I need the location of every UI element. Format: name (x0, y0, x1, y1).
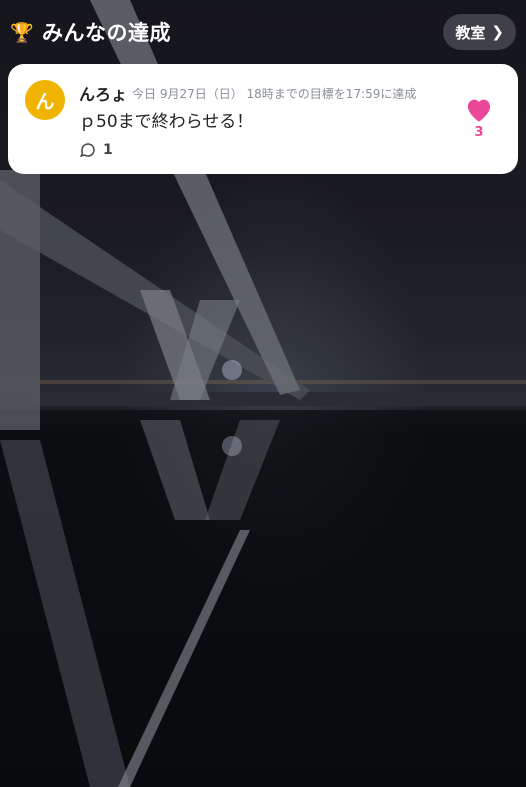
comment-count: 1 (103, 142, 113, 158)
page-title: みんなの達成 (42, 21, 171, 45)
classroom-button-label: 教室 (455, 23, 486, 42)
heart-icon (467, 99, 491, 122)
comment-icon (80, 143, 95, 158)
comment-button[interactable]: 1 (79, 141, 113, 159)
avatar-initial: ん (35, 90, 55, 113)
avatar[interactable]: ん (25, 80, 65, 120)
achievement-card[interactable]: ん んろょ 今日 9月27日（日） 18時までの目標を17:59に達成 ｐ50ま… (8, 64, 518, 174)
trophy-icon: 🏆 (10, 21, 34, 44)
header: 🏆 みんなの達成 教室 ❯ (0, 0, 526, 64)
post-meta: 今日 9月27日（日） 18時までの目標を17:59に達成 (132, 87, 417, 101)
classroom-button[interactable]: 教室 ❯ (443, 14, 516, 50)
post-message: ｐ50まで終わらせる！ (79, 112, 254, 132)
like-count: 3 (474, 125, 484, 140)
title-group: 🏆 みんなの達成 (10, 17, 171, 47)
user-name[interactable]: んろょ (79, 81, 127, 105)
like-button[interactable]: 3 (463, 96, 495, 140)
chevron-right-icon: ❯ (491, 23, 504, 41)
